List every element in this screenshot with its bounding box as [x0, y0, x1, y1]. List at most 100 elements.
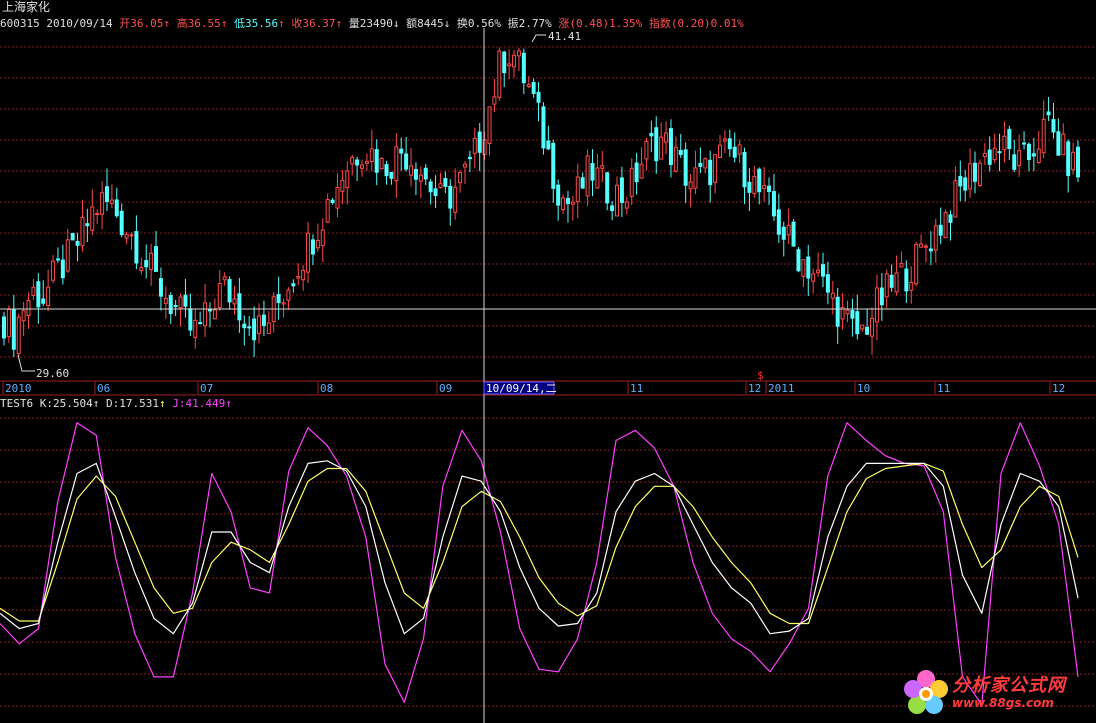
candle-body	[355, 159, 360, 166]
candle-body	[928, 248, 933, 252]
candle-body	[973, 162, 978, 182]
candle-body	[2, 316, 6, 339]
candle-body	[80, 216, 85, 247]
turnover-label: 换	[456, 17, 468, 30]
j-label: J:	[172, 397, 186, 410]
candle-body	[198, 322, 203, 325]
axis-marker: $	[757, 369, 764, 382]
stock-code: 600315	[0, 17, 40, 30]
candle-body	[850, 310, 855, 319]
indicator-name[interactable]: TEST6	[0, 397, 33, 410]
candle-body	[281, 302, 286, 305]
watermark-title: 分析家公式网	[952, 675, 1066, 696]
candle-body	[1022, 142, 1027, 145]
candle-body	[104, 186, 109, 202]
candle-body	[884, 273, 889, 298]
j-value: 41.449	[185, 397, 226, 410]
candle-body	[546, 140, 551, 150]
high-value: 36.55	[187, 17, 221, 30]
candle-body	[870, 317, 875, 337]
candle-body	[536, 91, 541, 103]
up-arrow-icon: ↑	[225, 397, 232, 410]
candle-body	[1051, 119, 1056, 133]
candle-body	[173, 305, 178, 308]
candle-body	[673, 146, 678, 172]
d-label: D:	[106, 397, 120, 410]
d-value: 17.531	[119, 397, 159, 410]
up-arrow-icon: ↑	[163, 17, 170, 30]
volume-label: 量	[348, 17, 360, 30]
candle-body	[1056, 131, 1061, 156]
candle-body	[315, 240, 320, 249]
candle-body	[879, 287, 884, 306]
candle-body	[369, 148, 374, 162]
candle-body	[51, 260, 56, 281]
candle-body	[409, 165, 414, 176]
candle-body	[982, 152, 987, 158]
candle-body	[183, 294, 188, 307]
candle-body	[448, 185, 453, 209]
max-price-label: 41.41	[548, 30, 582, 43]
candle-body	[938, 224, 943, 236]
candle-body	[286, 289, 291, 301]
candle-body	[688, 181, 693, 190]
candle-body	[11, 309, 16, 350]
candle-body	[232, 298, 237, 305]
candle-body	[678, 150, 683, 155]
candle-body	[619, 177, 624, 203]
candle-body	[914, 243, 919, 285]
candle-body	[257, 315, 262, 334]
amount-label: 额	[406, 17, 418, 30]
flower-logo-icon	[904, 670, 948, 714]
candle-body	[923, 245, 928, 248]
candle-body	[261, 314, 266, 326]
low-value: 35.56	[244, 17, 279, 30]
up-arrow-icon: ↑	[92, 397, 100, 410]
candle-body	[874, 287, 879, 323]
candle-body	[247, 326, 252, 329]
candle-body	[1036, 148, 1041, 164]
candle-body	[55, 258, 60, 261]
candle-body	[350, 157, 355, 165]
candle-body	[943, 212, 948, 239]
max-price-leader	[531, 34, 546, 43]
candle-body	[595, 167, 600, 189]
candle-body	[134, 231, 139, 264]
candle-body	[1046, 111, 1051, 116]
candle-body	[21, 310, 26, 322]
candle-body	[615, 184, 620, 217]
candle-body	[668, 128, 673, 165]
change-value: (0.48)	[569, 17, 610, 30]
k-label: K:	[39, 397, 53, 410]
candle-body	[830, 292, 835, 299]
candle-body	[865, 326, 870, 335]
candle-body	[590, 163, 595, 181]
candle-body	[1071, 151, 1076, 171]
candle-body	[634, 162, 639, 183]
candle-body	[776, 209, 781, 235]
candle-body	[894, 272, 899, 293]
candle-body	[992, 147, 997, 161]
candle-body	[968, 163, 973, 190]
candle-body	[394, 146, 399, 182]
low-label: 低	[233, 17, 245, 30]
turnover-value: 0.56%	[467, 17, 501, 30]
watermark-url: www.88gs.com	[952, 696, 1054, 710]
candle-body	[423, 167, 428, 180]
axis-label: 2011	[768, 382, 795, 395]
candle-body	[683, 149, 688, 186]
up-arrow-icon: ↑	[335, 17, 343, 30]
candle-body	[276, 294, 281, 304]
candle-body	[781, 226, 786, 240]
candle-body	[291, 283, 296, 287]
kdj-line-j	[0, 422, 1079, 706]
open-value: 36.05	[130, 17, 164, 30]
candle-body	[325, 199, 330, 223]
candle-body	[526, 84, 531, 88]
candle-body	[139, 267, 144, 272]
candle-body	[453, 186, 458, 213]
index-value: (0.20)	[670, 17, 711, 30]
candle-body	[703, 158, 708, 169]
candle-body	[845, 309, 850, 315]
candlestick-series	[2, 34, 1080, 372]
